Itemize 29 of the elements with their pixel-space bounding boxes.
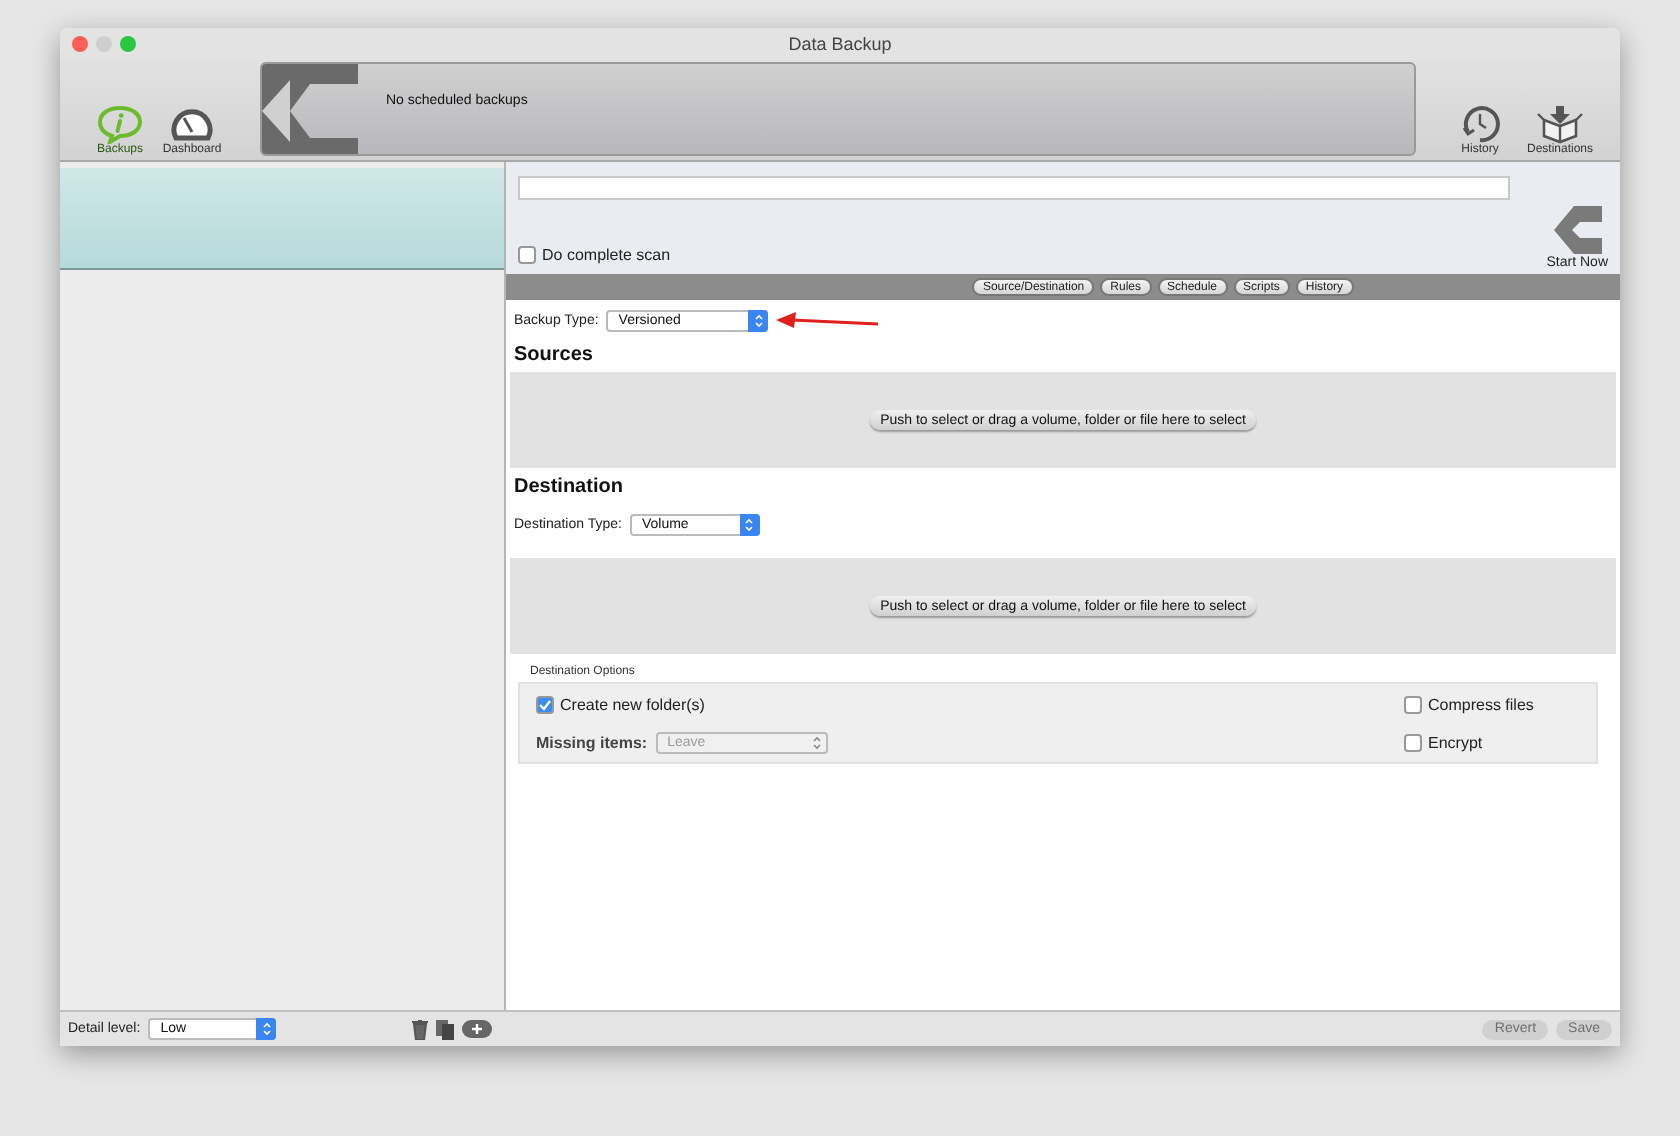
up-down-arrows-icon — [261, 1022, 272, 1036]
checkbox-label: Do complete scan — [542, 246, 671, 264]
checkbox-label: Encrypt — [1428, 734, 1483, 752]
close-button[interactable] — [72, 36, 88, 52]
checkbox[interactable] — [1404, 734, 1422, 752]
pointer-arrow — [776, 311, 881, 331]
section-heading: Destination — [514, 476, 625, 498]
section-heading: Sources — [514, 344, 595, 366]
add-icon[interactable] — [462, 1020, 493, 1038]
up-down-arrows-icon — [744, 518, 755, 532]
checkbox-label: Compress files — [1428, 696, 1534, 714]
clock-icon — [1460, 104, 1500, 144]
c-arrow-icon — [262, 63, 362, 153]
checkbox[interactable] — [1404, 696, 1422, 714]
trash-icon[interactable] — [412, 1019, 429, 1039]
gauge-icon — [170, 104, 214, 144]
c-arrow-icon — [1551, 204, 1604, 256]
up-down-arrows-icon — [753, 314, 764, 328]
info-bubble-icon — [96, 104, 144, 144]
box-icon — [1536, 104, 1584, 144]
checkbox-label: Create new folder(s) — [560, 696, 705, 714]
field-label: Missing items: — [536, 734, 648, 752]
checkbox[interactable] — [536, 696, 554, 714]
window-title: Data Backup — [786, 34, 894, 54]
name-field[interactable] — [518, 176, 1510, 200]
up-down-arrows-icon — [812, 736, 823, 750]
checkbox[interactable] — [518, 246, 536, 264]
zoom-button[interactable] — [120, 36, 136, 52]
copy-icon[interactable] — [436, 1019, 455, 1039]
